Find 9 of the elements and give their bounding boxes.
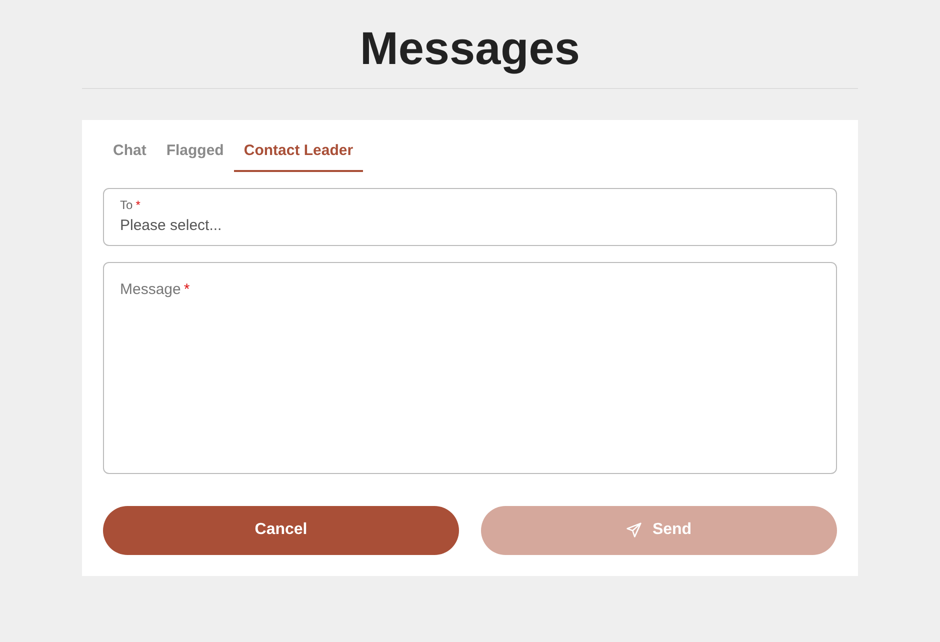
page-title: Messages xyxy=(359,21,581,76)
paper-plane-icon xyxy=(626,522,642,538)
recipient-select[interactable]: To * Please select... xyxy=(103,188,837,246)
tab[interactable]: Chat xyxy=(103,140,156,172)
select-input[interactable]: Please select... xyxy=(120,214,820,237)
tab[interactable]: Flagged xyxy=(156,140,234,172)
cancel-button[interactable]: Cancel xyxy=(103,506,459,554)
message-field[interactable]: Message * xyxy=(103,262,837,474)
tab[interactable]: Contact Leader xyxy=(234,140,364,172)
